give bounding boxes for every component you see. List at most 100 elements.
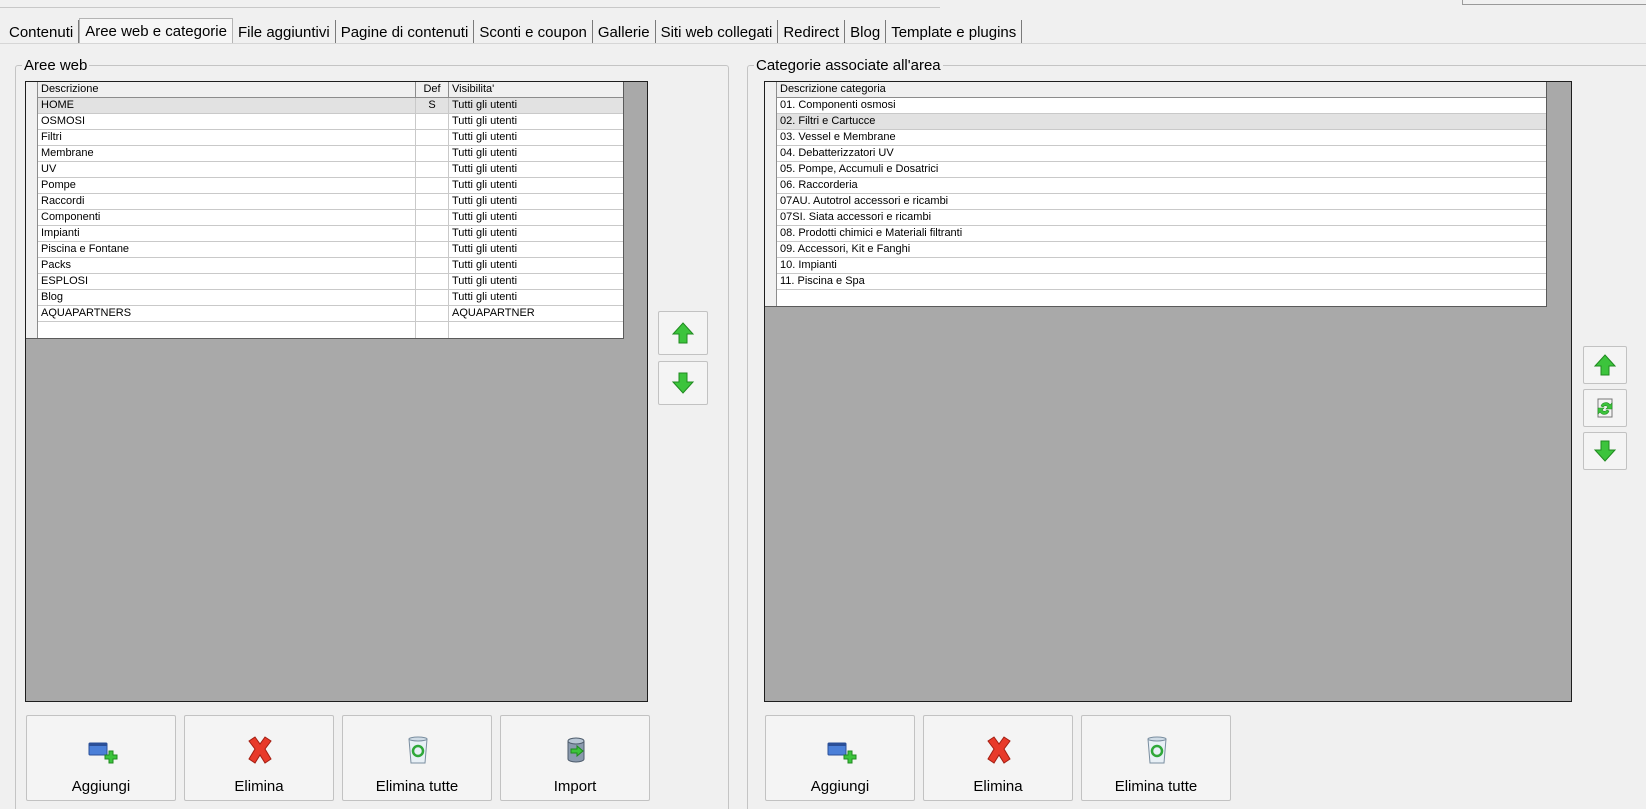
column-header-descrizione-categoria[interactable]: Descrizione categoria	[777, 82, 1547, 98]
cell-descrizione: Componenti	[38, 210, 416, 226]
table-row[interactable]: UV Tutti gli utenti	[26, 162, 623, 178]
table-row[interactable]: Packs Tutti gli utenti	[26, 258, 623, 274]
table-row[interactable]: AQUAPARTNERS AQUAPARTNER	[26, 306, 623, 322]
grid-header: Descrizione Def Visibilita'	[26, 82, 623, 98]
aggiungi-categoria-button[interactable]: Aggiungi	[765, 715, 915, 801]
cell-descrizione: ESPLOSI	[38, 274, 416, 290]
cell-descrizione: Membrane	[38, 146, 416, 162]
tab-pagine-di-contenuti[interactable]: Pagine di contenuti	[335, 20, 475, 44]
tab-aree-web-e-categorie[interactable]: Aree web e categorie	[79, 18, 233, 44]
table-row[interactable]: 05. Pompe, Accumuli e Dosatrici	[765, 162, 1546, 178]
arrow-up-icon	[671, 322, 695, 344]
aree-web-grid-area[interactable]: Descrizione Def Visibilita' HOME S Tutti g…	[25, 81, 648, 702]
tab-siti-web-collegati[interactable]: Siti web collegati	[655, 20, 779, 44]
move-up-button[interactable]	[658, 311, 708, 355]
row-indicator	[26, 130, 38, 146]
tab-sconti-e-coupon[interactable]: Sconti e coupon	[474, 20, 593, 44]
table-row[interactable]: 03. Vessel e Membrane	[765, 130, 1546, 146]
aggiungi-categoria-label: Aggiungi	[810, 778, 870, 795]
table-row[interactable]: 10. Impianti	[765, 258, 1546, 274]
elimina-tutte-categorie-button[interactable]: Elimina tutte	[1081, 715, 1231, 801]
elimina-area-button[interactable]: Elimina	[184, 715, 334, 801]
row-indicator	[765, 114, 777, 130]
table-row[interactable]: Piscina e Fontane Tutti gli utenti	[26, 242, 623, 258]
tab-redirect[interactable]: Redirect	[778, 20, 846, 44]
table-row[interactable]: Componenti Tutti gli utenti	[26, 210, 623, 226]
row-indicator	[26, 194, 38, 210]
cell-visibilita: Tutti gli utenti	[452, 131, 518, 143]
column-header-descrizione[interactable]: Descrizione	[38, 82, 416, 98]
cell-descrizione: Packs	[38, 258, 416, 274]
category-move-up-button[interactable]	[1583, 346, 1627, 384]
tab-file-aggiuntivi[interactable]: File aggiuntivi	[232, 20, 336, 44]
cell-visibilita: Tutti gli utenti	[452, 115, 518, 127]
table-row[interactable]: 07AU. Autotrol accessori e ricambi	[765, 194, 1546, 210]
table-row[interactable]: HOME S Tutti gli utenti	[26, 98, 623, 114]
table-row[interactable]: Pompe Tutti gli utenti	[26, 178, 623, 194]
cell-descrizione-categoria: 09. Accessori, Kit e Fanghi	[780, 243, 911, 255]
cell-def	[416, 114, 449, 130]
cell-visibilita: Tutti gli utenti	[452, 99, 518, 111]
cell-def	[416, 258, 449, 274]
import-button[interactable]: Import	[500, 715, 650, 801]
table-row[interactable]: 02. Filtri e Cartucce	[765, 114, 1546, 130]
row-indicator	[26, 258, 38, 274]
row-indicator-header	[26, 82, 38, 98]
row-indicator	[26, 178, 38, 194]
elimina-categoria-button[interactable]: Elimina	[923, 715, 1073, 801]
categorie-grid-area[interactable]: Descrizione categoria 01. Componenti osm…	[764, 81, 1572, 702]
table-row[interactable]: 09. Accessori, Kit e Fanghi	[765, 242, 1546, 258]
empty-new-row[interactable]	[26, 322, 623, 338]
cell-descrizione-categoria: 05. Pompe, Accumuli e Dosatrici	[780, 163, 939, 175]
category-refresh-button[interactable]	[1583, 389, 1627, 427]
elimina-categoria-label: Elimina	[973, 778, 1023, 795]
table-row[interactable]: 07SI. Siata accessori e ricambi	[765, 210, 1546, 226]
elimina-tutte-aree-button[interactable]: Elimina tutte	[342, 715, 492, 801]
move-down-button[interactable]	[658, 361, 708, 405]
table-row[interactable]: ESPLOSI Tutti gli utenti	[26, 274, 623, 290]
cell-def	[416, 194, 449, 210]
red-x-icon	[248, 736, 272, 764]
table-row[interactable]: OSMOSI Tutti gli utenti	[26, 114, 623, 130]
arrow-up-icon	[1593, 354, 1617, 376]
cell-descrizione	[38, 322, 416, 338]
cell-descrizione-categoria: 01. Componenti osmosi	[780, 99, 896, 111]
table-row[interactable]: 11. Piscina e Spa	[765, 274, 1546, 290]
cell-descrizione: HOME	[38, 98, 416, 114]
row-indicator	[765, 130, 777, 146]
cell-descrizione: UV	[38, 162, 416, 178]
add-window-icon	[88, 742, 118, 764]
row-indicator	[765, 290, 777, 306]
table-row[interactable]: 04. Debatterizzatori UV	[765, 146, 1546, 162]
table-row[interactable]: Filtri Tutti gli utenti	[26, 130, 623, 146]
import-label: Import	[553, 778, 597, 795]
table-row[interactable]: Membrane Tutti gli utenti	[26, 146, 623, 162]
table-row[interactable]: 01. Componenti osmosi	[765, 98, 1546, 114]
tab-blog[interactable]: Blog	[845, 20, 887, 44]
cell-descrizione: Impianti	[38, 226, 416, 242]
tab-contenuti[interactable]: Contenuti	[4, 20, 80, 44]
cell-def	[416, 210, 449, 226]
aggiungi-area-button[interactable]: Aggiungi	[26, 715, 176, 801]
table-row[interactable]: Raccordi Tutti gli utenti	[26, 194, 623, 210]
top-right-control-edge	[1462, 0, 1646, 5]
empty-new-row[interactable]	[765, 290, 1546, 306]
table-row[interactable]: 08. Prodotti chimici e Materiali filtran…	[765, 226, 1546, 242]
table-row[interactable]: 06. Raccorderia	[765, 178, 1546, 194]
tab-template-e-plugins[interactable]: Template e plugins	[886, 20, 1023, 44]
row-indicator	[26, 210, 38, 226]
recycle-bin-icon	[1147, 736, 1167, 764]
row-indicator	[26, 114, 38, 130]
table-row[interactable]: Impianti Tutti gli utenti	[26, 226, 623, 242]
column-header-def[interactable]: Def	[416, 82, 449, 98]
arrow-down-icon	[1593, 440, 1617, 462]
tab-gallerie[interactable]: Gallerie	[592, 20, 656, 44]
category-move-down-button[interactable]	[1583, 432, 1627, 470]
column-header-visibilita[interactable]: Visibilita'	[449, 82, 624, 98]
cell-descrizione: OSMOSI	[38, 114, 416, 130]
elimina-area-label: Elimina	[234, 778, 284, 795]
table-row[interactable]: Blog Tutti gli utenti	[26, 290, 623, 306]
cell-visibilita: Tutti gli utenti	[452, 275, 518, 287]
row-indicator	[765, 242, 777, 258]
cell-def	[416, 178, 449, 194]
